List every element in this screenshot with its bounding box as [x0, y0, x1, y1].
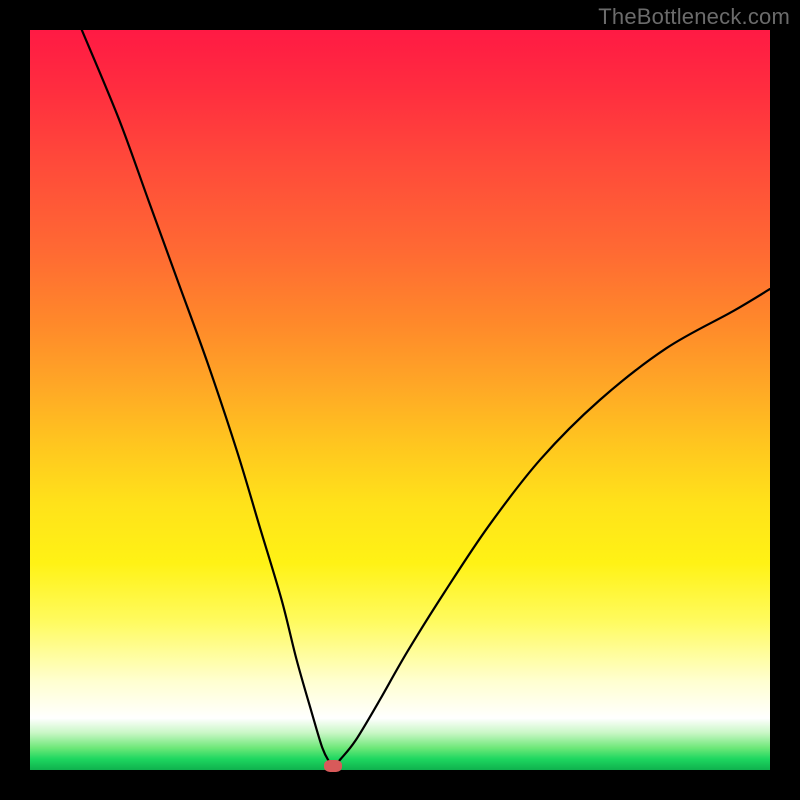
chart-frame: TheBottleneck.com	[0, 0, 800, 800]
bottleneck-curve	[30, 30, 770, 770]
plot-area	[30, 30, 770, 770]
minimum-marker	[324, 760, 342, 772]
watermark-text: TheBottleneck.com	[598, 4, 790, 30]
